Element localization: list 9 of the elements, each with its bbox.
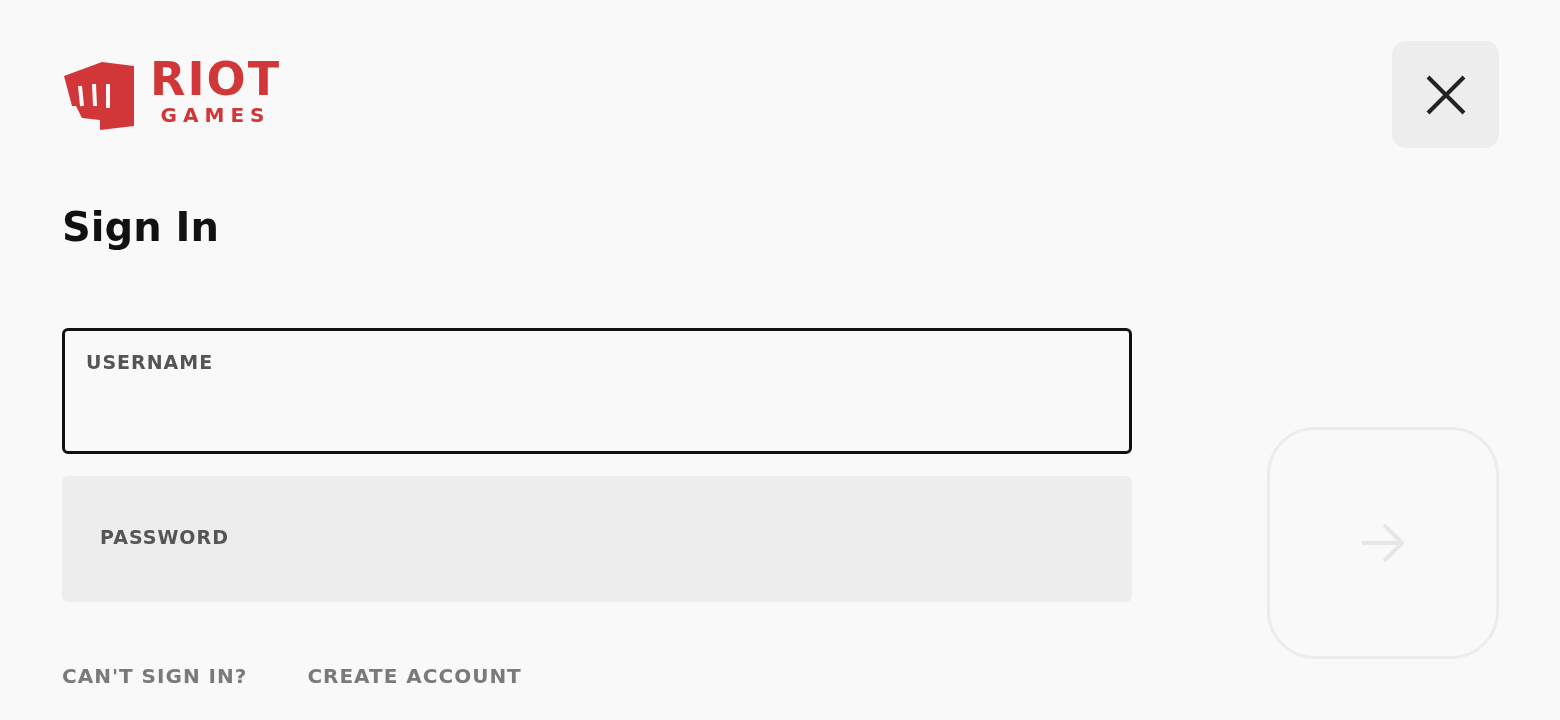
page-title: Sign In — [62, 203, 220, 252]
logo-wordmark: RIOT — [150, 56, 282, 102]
text-link[interactable]: CREATE ACCOUNT — [307, 664, 522, 688]
logo-subtitle: GAMES — [160, 102, 271, 128]
text-link[interactable]: CAN'T SIGN IN? — [62, 664, 248, 688]
input-field[interactable]: USERNAME — [62, 328, 1132, 454]
close-button[interactable] — [1392, 41, 1499, 148]
input-field[interactable]: PASSWORD — [62, 476, 1132, 602]
close-icon — [1425, 74, 1466, 115]
